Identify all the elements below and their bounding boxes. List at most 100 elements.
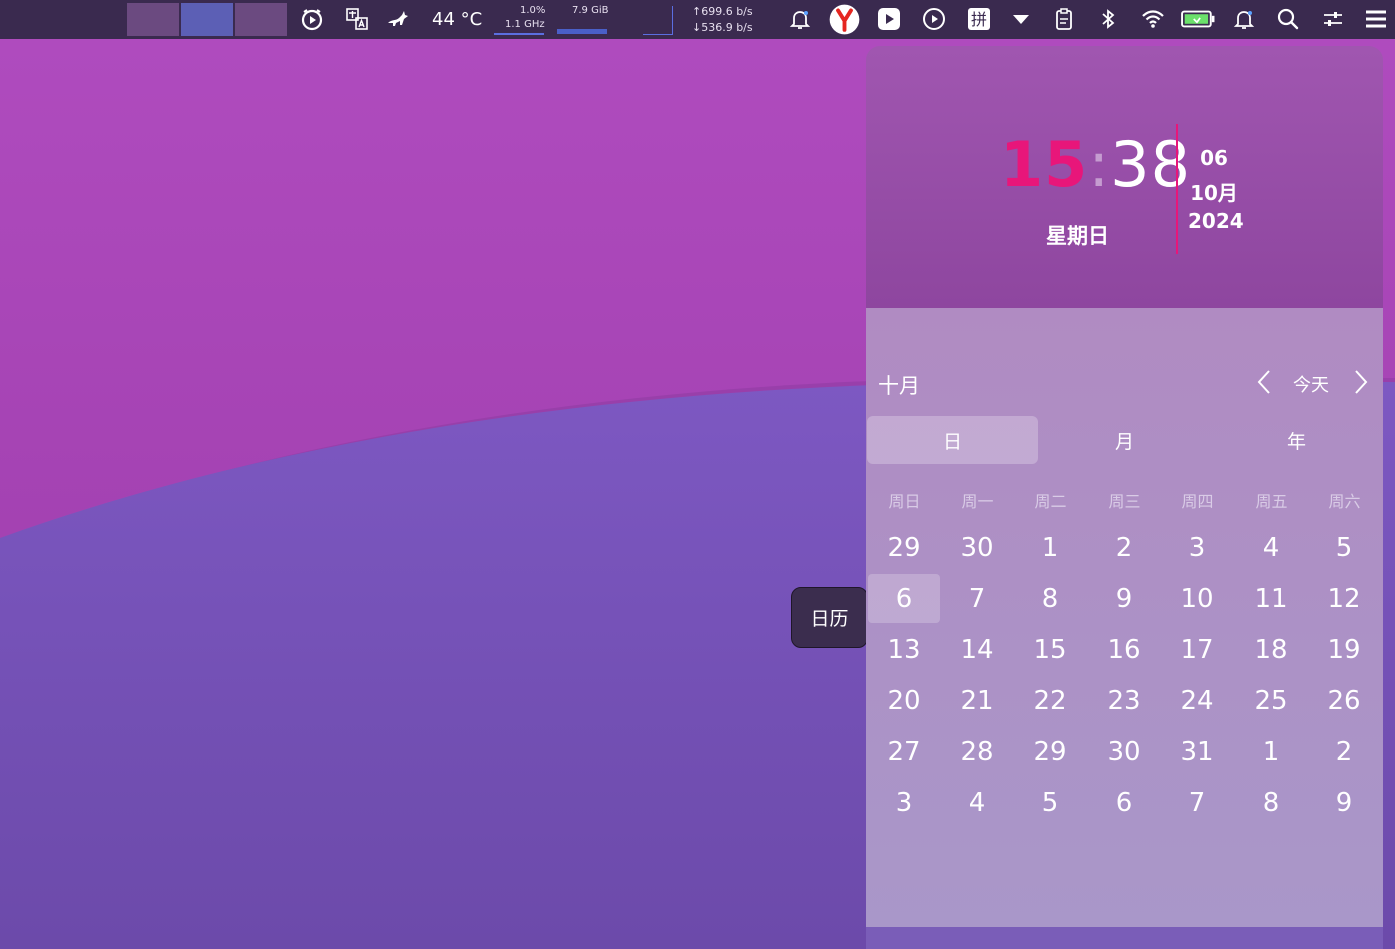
day-cell[interactable]: 26	[1308, 676, 1380, 725]
chevron-left-icon	[1257, 370, 1270, 394]
weekday-label: 周三	[1108, 492, 1141, 511]
day-cell[interactable]: 18	[1235, 625, 1307, 674]
calendar-month-title: 十月	[878, 374, 920, 398]
day-cell[interactable]: 8	[1014, 574, 1086, 623]
day-cell[interactable]: 15	[1014, 625, 1086, 674]
calendar-tooltip: 日历	[791, 587, 868, 648]
day-cell[interactable]: 29	[1014, 727, 1086, 776]
day-cell[interactable]: 12	[1308, 574, 1380, 623]
day-cell[interactable]: 5	[1308, 523, 1380, 572]
network-graph-line	[643, 34, 673, 35]
network-graph-spike	[672, 6, 673, 35]
weekday-label: 周一	[961, 492, 994, 511]
fox-icon[interactable]	[383, 4, 413, 34]
date-year: 2024	[1188, 209, 1244, 233]
weekday-label: 周二	[1034, 492, 1067, 511]
settings-sliders-icon[interactable]	[1318, 4, 1348, 34]
day-cell[interactable]: 3	[868, 778, 940, 827]
top-panel: 44 °C 1.0% 1.1 GHz 7.9 GiB ↑699.6 b/s ↓5…	[0, 0, 1395, 39]
clipboard-icon[interactable]	[1049, 4, 1079, 34]
day-cell[interactable]: 28	[941, 727, 1013, 776]
cpu-temperature[interactable]: 44 °C	[432, 9, 482, 30]
pinyin-glyph: 拼	[971, 10, 987, 29]
day-cell[interactable]: 30	[1088, 727, 1160, 776]
day-cell[interactable]: 6	[1088, 778, 1160, 827]
search-icon[interactable]	[1273, 4, 1303, 34]
prev-month-button[interactable]	[1252, 368, 1276, 396]
weekday-label: 周五	[1255, 492, 1288, 511]
memory-usage: 7.9 GiB	[572, 5, 609, 16]
play-circle-icon[interactable]	[919, 4, 949, 34]
clock-weekday: 星期日	[1046, 224, 1109, 248]
day-cell[interactable]: 4	[1235, 523, 1307, 572]
day-cell[interactable]: 3	[1161, 523, 1233, 572]
cpu-usage-bar	[494, 33, 544, 35]
pinyin-input-icon[interactable]: 拼	[964, 4, 994, 34]
wifi-icon[interactable]	[1138, 4, 1168, 34]
cpu-frequency: 1.1 GHz	[505, 19, 545, 30]
day-cell[interactable]: 8	[1235, 778, 1307, 827]
yandex-browser-icon[interactable]	[828, 3, 861, 36]
date-day: 06	[1200, 146, 1228, 170]
day-cell[interactable]: 24	[1161, 676, 1233, 725]
media-play-icon[interactable]	[874, 4, 904, 34]
day-cell[interactable]: 19	[1308, 625, 1380, 674]
today-button[interactable]: 今天	[1293, 371, 1329, 397]
day-cell[interactable]: 31	[1161, 727, 1233, 776]
clock-minutes: 38	[1110, 128, 1192, 201]
dropdown-arrow-icon[interactable]	[1006, 4, 1036, 34]
day-cell[interactable]: 1	[1235, 727, 1307, 776]
network-upload: ↑699.6 b/s	[692, 5, 753, 18]
day-cell[interactable]: 10	[1161, 574, 1233, 623]
clock-colon: :	[1088, 128, 1111, 201]
day-cell[interactable]: 21	[941, 676, 1013, 725]
tab-month[interactable]: 月	[1039, 416, 1210, 464]
virtual-desktop-3[interactable]	[235, 3, 287, 36]
day-cell[interactable]: 2	[1088, 523, 1160, 572]
calendar-body: 十月 今天 日 月 年 周日 周一 周二 周三 周四 周五 周六 29 30 1 2 3 4 5 6 7 8 9…	[866, 308, 1383, 927]
day-cell[interactable]: 29	[868, 523, 940, 572]
day-cell[interactable]: 20	[868, 676, 940, 725]
day-cell[interactable]: 13	[868, 625, 940, 674]
date-month: 10月	[1190, 181, 1238, 205]
weekday-label: 周四	[1181, 492, 1214, 511]
day-cell[interactable]: 23	[1088, 676, 1160, 725]
day-cell[interactable]: 17	[1161, 625, 1233, 674]
notifications-icon[interactable]	[1229, 4, 1259, 34]
menu-icon[interactable]	[1361, 4, 1391, 34]
clock-hours: 15	[1000, 128, 1089, 201]
day-cell[interactable]: 30	[941, 523, 1013, 572]
calendar-footer	[866, 927, 1383, 949]
virtual-desktop-2[interactable]	[181, 3, 233, 36]
day-cell[interactable]: 7	[941, 574, 1013, 623]
day-cell-today[interactable]: 6	[868, 574, 940, 623]
day-cell[interactable]: 14	[941, 625, 1013, 674]
memory-usage-bar	[557, 29, 607, 34]
weekday-label: 周日	[888, 492, 921, 511]
day-cell[interactable]: 16	[1088, 625, 1160, 674]
tab-year[interactable]: 年	[1211, 416, 1382, 464]
day-cell[interactable]: 4	[941, 778, 1013, 827]
day-cell[interactable]: 11	[1235, 574, 1307, 623]
virtual-desktop-1[interactable]	[127, 3, 179, 36]
translate-icon[interactable]	[342, 4, 372, 34]
tab-day[interactable]: 日	[867, 416, 1038, 464]
alarm-icon[interactable]	[297, 4, 327, 34]
day-cell[interactable]: 9	[1308, 778, 1380, 827]
day-cell[interactable]: 2	[1308, 727, 1380, 776]
battery-icon[interactable]	[1180, 4, 1216, 34]
day-cell[interactable]: 25	[1235, 676, 1307, 725]
chevron-right-icon	[1355, 370, 1368, 394]
cpu-usage: 1.0%	[520, 5, 546, 16]
bluetooth-icon[interactable]	[1093, 4, 1123, 34]
network-download: ↓536.9 b/s	[692, 21, 753, 34]
notification-bell-icon[interactable]	[785, 4, 815, 34]
next-month-button[interactable]	[1349, 368, 1373, 396]
day-cell[interactable]: 22	[1014, 676, 1086, 725]
day-cell[interactable]: 7	[1161, 778, 1233, 827]
day-cell[interactable]: 5	[1014, 778, 1086, 827]
clock-divider	[1176, 124, 1178, 254]
day-cell[interactable]: 1	[1014, 523, 1086, 572]
day-cell[interactable]: 9	[1088, 574, 1160, 623]
day-cell[interactable]: 27	[868, 727, 940, 776]
